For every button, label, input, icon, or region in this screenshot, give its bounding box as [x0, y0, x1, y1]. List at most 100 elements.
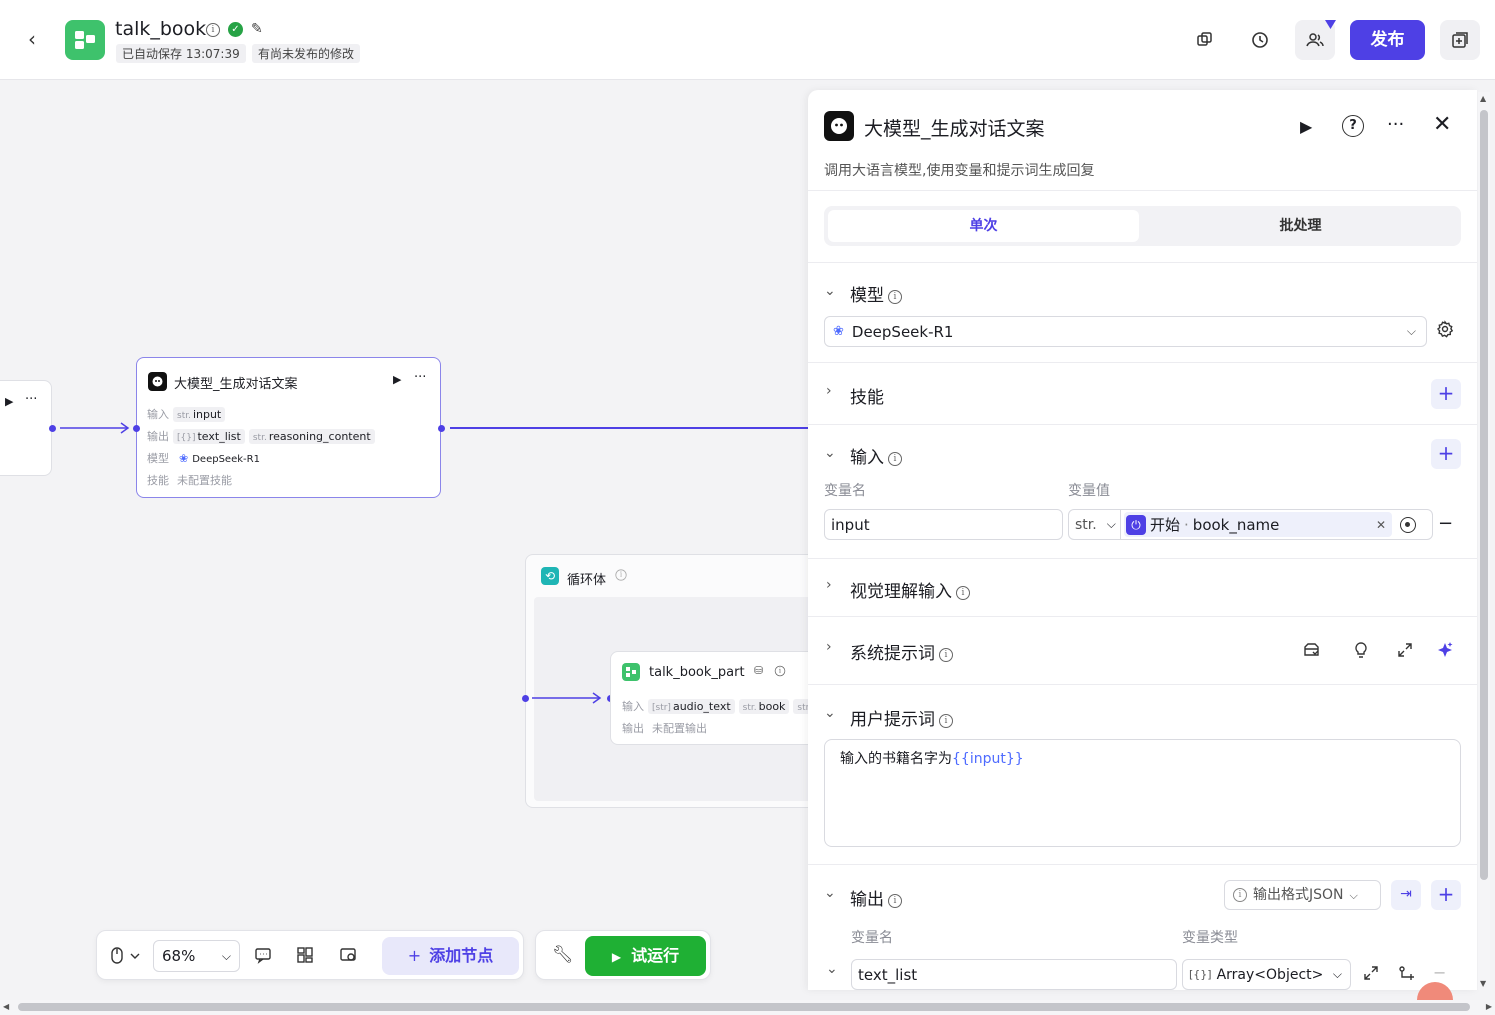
- llm-model-row: 模型 ❀ DeepSeek-R1: [147, 452, 260, 465]
- info-icon: i: [888, 290, 902, 304]
- output-format-select[interactable]: i 输出格式JSON ⌵: [1224, 880, 1381, 910]
- run-icon[interactable]: ▶: [393, 373, 401, 386]
- copy-icon[interactable]: [1185, 20, 1225, 60]
- scroll-thumb: [1480, 110, 1488, 880]
- deepseek-icon: ❀: [833, 324, 844, 339]
- skills-section-title: 技能: [850, 388, 884, 408]
- canvas-horizontal-scrollbar[interactable]: ◀ ▶: [0, 1000, 1495, 1015]
- input-var-type-select[interactable]: str. ⌵: [1068, 509, 1121, 540]
- panel-scrollbar[interactable]: ▲ ▼: [1478, 92, 1490, 990]
- variable-picker-icon[interactable]: [1400, 516, 1416, 533]
- add-input-button[interactable]: +: [1431, 439, 1461, 469]
- add-output-button[interactable]: +: [1431, 880, 1461, 910]
- prompt-library-icon[interactable]: [1302, 641, 1321, 663]
- more-icon[interactable]: ···: [1387, 114, 1404, 135]
- model-select[interactable]: ❀ DeepSeek-R1 ⌵: [824, 316, 1427, 347]
- chevron-down-icon[interactable]: ⌄: [824, 283, 836, 299]
- tab-single[interactable]: 单次: [828, 210, 1139, 242]
- expand-icon[interactable]: [1363, 965, 1379, 985]
- input-section-title: 输入 i: [850, 443, 902, 468]
- input-var-name-field[interactable]: input: [824, 509, 1063, 540]
- comment-icon[interactable]: [253, 945, 273, 969]
- var-tag: [str] audio_text: [648, 699, 735, 714]
- bulb-icon[interactable]: [1353, 641, 1369, 663]
- back-icon[interactable]: ‹: [28, 28, 50, 50]
- premium-badge-icon: [1324, 18, 1337, 29]
- scroll-thumb: [18, 1003, 1470, 1011]
- model-section: ⌄ 模型 i ❀ DeepSeek-R1 ⌵: [808, 262, 1477, 362]
- zoom-select[interactable]: 68% ⌵: [153, 940, 240, 972]
- ai-optimize-icon[interactable]: [1436, 641, 1454, 663]
- run-icon[interactable]: ▶: [5, 395, 13, 408]
- panel-toggle-icon[interactable]: [1440, 20, 1480, 60]
- connector-dot[interactable]: [133, 425, 140, 432]
- llm-input-row: 输入 str. input: [147, 406, 226, 422]
- scroll-left-icon: ◀: [3, 1002, 10, 1011]
- chevron-down-icon: ⌵: [221, 949, 231, 963]
- input-var-ref-field[interactable]: ⏻ 开始 · book_name ✕: [1120, 509, 1433, 540]
- import-output-icon[interactable]: ⇥: [1391, 880, 1421, 910]
- node-config-panel: 大模型_生成对话文案 ▶ ? ··· ✕ 调用大语言模型,使用变量和提示词生成回…: [808, 90, 1477, 990]
- info-icon[interactable]: i: [206, 22, 220, 38]
- label: 输入: [622, 700, 644, 713]
- close-icon[interactable]: ✕: [1433, 112, 1451, 137]
- system-prompt-title: 系统提示词 i: [850, 639, 953, 664]
- run-toolbar: 🔧︎ ▶ 试运行: [535, 930, 711, 980]
- chevron-right-icon[interactable]: ›: [826, 639, 832, 655]
- chevron-down-icon[interactable]: ⌄: [826, 961, 838, 977]
- start-node[interactable]: ▶ ···: [0, 380, 52, 476]
- var-name-header: 变量名: [824, 483, 866, 499]
- user-prompt-editor[interactable]: 输入的书籍名字为{{input}}: [824, 739, 1461, 847]
- llm-node[interactable]: 大模型_生成对话文案 ▶ ··· 输入 str. input 输出 [{}] text_…: [136, 357, 441, 498]
- add-child-icon[interactable]: [1398, 965, 1416, 987]
- scroll-down-icon: ▼: [1480, 979, 1487, 988]
- info-icon[interactable]: i: [610, 567, 628, 583]
- more-icon[interactable]: ···: [414, 370, 426, 385]
- remove-output-icon[interactable]: −: [1433, 963, 1446, 982]
- publish-button[interactable]: 发布: [1350, 20, 1425, 60]
- panel-title[interactable]: 大模型_生成对话文案: [864, 114, 1045, 141]
- tab-batch[interactable]: 批处理: [1144, 210, 1457, 242]
- prompt-variable: {{input}}: [952, 751, 1024, 767]
- connector-dot[interactable]: [438, 425, 445, 432]
- wrench-icon[interactable]: 🔧︎: [552, 945, 574, 965]
- info-icon: i: [939, 648, 953, 662]
- clear-icon[interactable]: ✕: [1376, 518, 1386, 532]
- chevron-down-icon[interactable]: ⌄: [824, 445, 836, 461]
- layout-icon[interactable]: [295, 945, 315, 969]
- subworkflow-node[interactable]: talk_book_part ⛁ i 输入 [str] audio_text str.…: [610, 651, 836, 745]
- minimap-icon[interactable]: [338, 945, 358, 969]
- output-var-type-select[interactable]: [{}] Array<Object> ⌵: [1182, 959, 1351, 990]
- skills-section: › 技能 +: [808, 362, 1477, 424]
- chevron-right-icon[interactable]: ›: [826, 577, 832, 593]
- mouse-mode-icon[interactable]: [109, 945, 145, 967]
- start-node-icon: ⏻: [1126, 514, 1146, 535]
- chevron-down-icon[interactable]: ⌄: [824, 885, 836, 901]
- ref-chip: ⏻ 开始 · book_name ✕: [1124, 512, 1392, 537]
- chevron-right-icon[interactable]: ›: [826, 383, 832, 399]
- info-icon: i: [1233, 888, 1247, 902]
- edit-icon[interactable]: ✎: [251, 21, 263, 37]
- user-prompt-section: ⌄ 用户提示词 i 输入的书籍名字为{{input}}: [808, 684, 1477, 864]
- run-icon[interactable]: ▶: [1300, 117, 1312, 136]
- edge: [532, 692, 602, 704]
- divider: [808, 190, 1477, 191]
- info-icon[interactable]: i: [769, 663, 787, 679]
- test-run-button[interactable]: ▶ 试运行: [585, 936, 706, 976]
- connector-dot[interactable]: [522, 695, 529, 702]
- remove-input-icon[interactable]: −: [1438, 513, 1453, 534]
- chevron-down-icon[interactable]: ⌄: [824, 705, 836, 721]
- llm-node-icon: [148, 372, 167, 391]
- plus-icon: +: [407, 946, 422, 965]
- verified-icon: ✓: [228, 22, 243, 37]
- history-icon[interactable]: [1240, 20, 1280, 60]
- model-settings-icon[interactable]: [1436, 320, 1454, 342]
- unpublished-badge: 有尚未发布的修改: [252, 44, 361, 63]
- panel-description: 调用大语言模型,使用变量和提示词生成回复: [824, 163, 1095, 179]
- add-node-button[interactable]: + 添加节点: [382, 937, 519, 975]
- help-icon[interactable]: ?: [1342, 115, 1364, 137]
- output-var-name-field[interactable]: text_list: [851, 959, 1177, 990]
- more-icon[interactable]: ···: [25, 392, 37, 407]
- add-skill-button[interactable]: +: [1431, 379, 1461, 409]
- expand-icon[interactable]: [1397, 642, 1413, 662]
